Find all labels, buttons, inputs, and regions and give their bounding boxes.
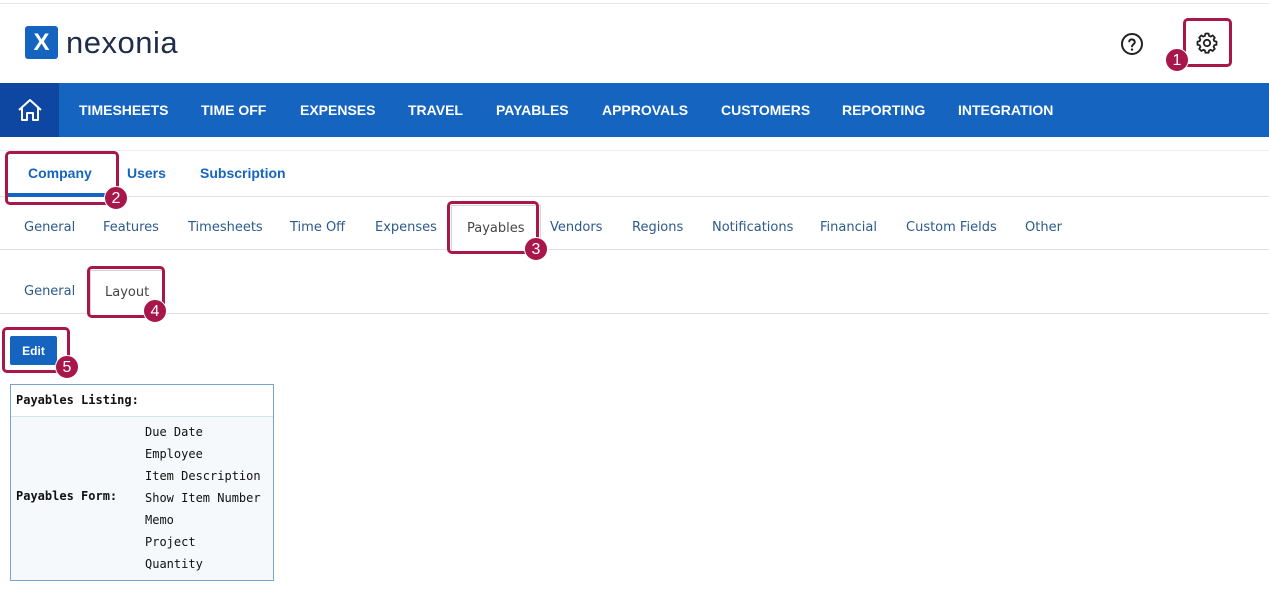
- nav-approvals[interactable]: APPROVALS: [602, 83, 688, 137]
- layout-summary: Payables Listing: Payables Form: Due Dat…: [10, 384, 274, 581]
- tab-timesheets[interactable]: Timesheets: [188, 205, 263, 250]
- highlight-company-tab: [5, 151, 119, 205]
- nav-timesheets[interactable]: TIMESHEETS: [79, 83, 168, 137]
- tab-vendors[interactable]: Vendors: [550, 205, 602, 250]
- nav-time-off[interactable]: TIME OFF: [201, 83, 266, 137]
- main-nav: TIMESHEETS TIME OFF EXPENSES TRAVEL PAYA…: [0, 83, 1269, 137]
- home-button[interactable]: [0, 83, 59, 137]
- nav-travel[interactable]: TRAVEL: [408, 83, 463, 137]
- nav-reporting[interactable]: REPORTING: [842, 83, 925, 137]
- highlight-settings: [1183, 18, 1232, 67]
- step-badge-1: 1: [1165, 48, 1189, 72]
- payables-listing-label: Payables Listing:: [11, 385, 273, 417]
- tab-users[interactable]: Users: [127, 151, 166, 197]
- step-badge-2: 2: [104, 186, 128, 210]
- logo-text: nexonia: [66, 25, 179, 60]
- step-badge-5: 5: [55, 355, 79, 379]
- tab-notifications[interactable]: Notifications: [712, 205, 793, 250]
- tab-other[interactable]: Other: [1025, 205, 1062, 250]
- step-badge-3: 3: [524, 237, 548, 261]
- company-tabs: General Features Timesheets Time Off Exp…: [0, 205, 1269, 251]
- payables-form-label: Payables Form:: [16, 489, 118, 503]
- list-item: Due Date: [145, 425, 203, 439]
- list-item: Show Item Number: [145, 491, 261, 505]
- logo-mark: X: [25, 26, 58, 59]
- home-icon: [17, 99, 42, 121]
- form-field-list: Due Date Employee Item Description Show …: [145, 422, 261, 576]
- nav-integration[interactable]: INTEGRATION: [958, 83, 1053, 137]
- header: X nexonia: [0, 4, 1269, 83]
- settings-tabs: Company Users Subscription: [0, 150, 1269, 197]
- payables-form-row: Payables Form: Due Date Employee Item De…: [11, 417, 273, 580]
- list-item: Memo: [145, 513, 174, 527]
- tab-financial[interactable]: Financial: [820, 205, 877, 250]
- help-circle-icon[interactable]: [1120, 32, 1144, 56]
- list-item: Employee: [145, 447, 203, 461]
- tab-features[interactable]: Features: [103, 205, 159, 250]
- tab-payables-general[interactable]: General: [24, 270, 75, 314]
- tab-subscription[interactable]: Subscription: [200, 151, 286, 197]
- nav-expenses[interactable]: EXPENSES: [300, 83, 375, 137]
- tab-time-off[interactable]: Time Off: [290, 205, 345, 250]
- tab-regions[interactable]: Regions: [632, 205, 683, 250]
- nav-customers[interactable]: CUSTOMERS: [721, 83, 810, 137]
- list-item: Quantity: [145, 557, 203, 571]
- tab-custom-fields[interactable]: Custom Fields: [906, 205, 997, 250]
- payables-tabs: General Layout: [0, 270, 1269, 315]
- step-badge-4: 4: [143, 299, 167, 323]
- list-item: Project: [145, 535, 196, 549]
- nav-payables[interactable]: PAYABLES: [496, 83, 569, 137]
- tab-expenses[interactable]: Expenses: [375, 205, 437, 250]
- tab-general[interactable]: General: [24, 205, 75, 250]
- nexonia-logo[interactable]: X nexonia: [25, 26, 178, 59]
- list-item: Item Description: [145, 469, 261, 483]
